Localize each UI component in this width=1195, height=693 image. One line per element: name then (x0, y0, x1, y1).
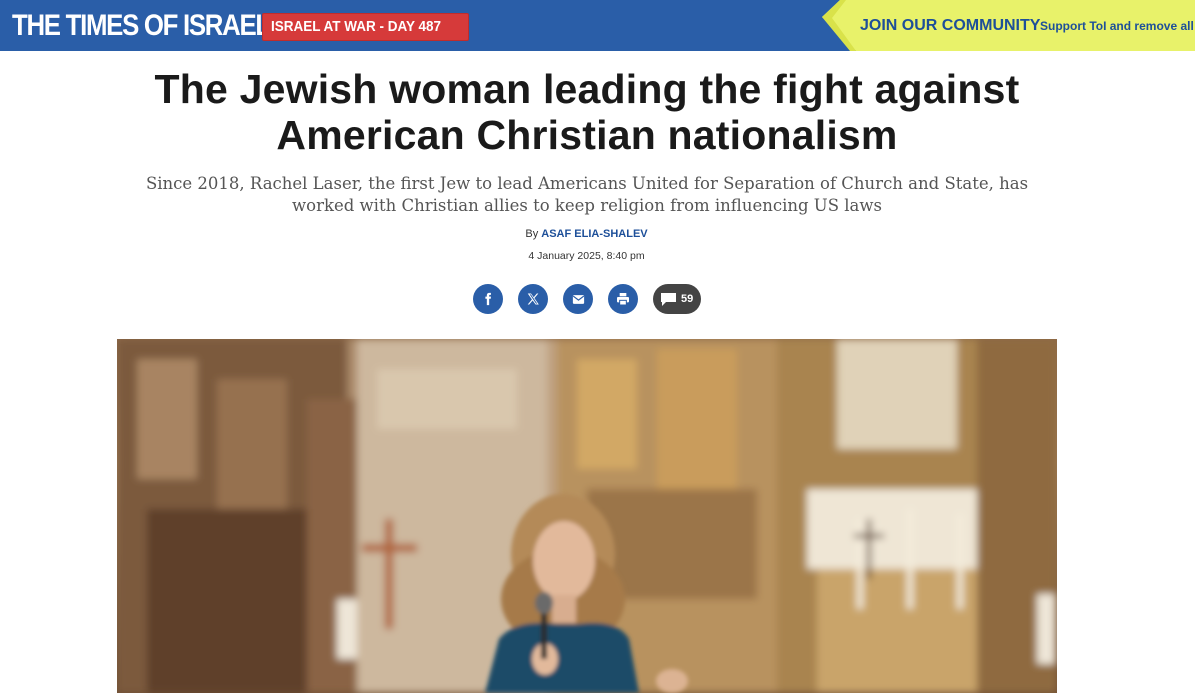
headline-line-1: The Jewish woman leading the fight again… (154, 66, 1020, 112)
comments-button[interactable]: 59 (653, 284, 701, 314)
article-headline: The Jewish woman leading the fight again… (97, 66, 1077, 158)
email-share-button[interactable] (563, 284, 593, 314)
war-badge-label: ISRAEL AT WAR - DAY 487 (271, 18, 442, 35)
facebook-icon (485, 292, 491, 306)
article-page: THE TIMES OF ISRAEL ISRAEL AT WAR - DAY … (0, 0, 1195, 693)
author-link[interactable]: ASAF ELIA-SHALEV (541, 228, 647, 240)
site-logo[interactable]: THE TIMES OF ISRAEL (12, 7, 271, 45)
byline-prefix: By (525, 228, 539, 240)
print-icon (617, 293, 629, 306)
headline-line-2: American Christian nationalism (276, 112, 898, 158)
site-header: THE TIMES OF ISRAEL ISRAEL AT WAR - DAY … (0, 0, 1195, 51)
hero-photo-illustration (117, 339, 1057, 693)
print-button[interactable] (608, 284, 638, 314)
article-subhead: Since 2018, Rachel Laser, the first Jew … (145, 174, 1029, 215)
byline: By ASAF ELIA-SHALEV (0, 227, 1173, 241)
comment-icon (661, 293, 676, 306)
x-icon (527, 293, 539, 305)
email-icon (572, 294, 584, 304)
join-community-label: JOIN OUR COMMUNITY (860, 17, 1041, 34)
support-toi-label: Support ToI and remove all a (1040, 19, 1195, 33)
join-community-banner[interactable]: JOIN OUR COMMUNITY Support ToI and remov… (822, 0, 1195, 51)
x-share-button[interactable] (518, 284, 548, 314)
hero-image[interactable] (117, 339, 1057, 693)
facebook-share-button[interactable] (473, 284, 503, 314)
comments-count: 59 (681, 293, 694, 305)
publish-date: 4 January 2025, 8:40 pm (528, 250, 645, 262)
war-badge[interactable]: ISRAEL AT WAR - DAY 487 (262, 13, 469, 41)
